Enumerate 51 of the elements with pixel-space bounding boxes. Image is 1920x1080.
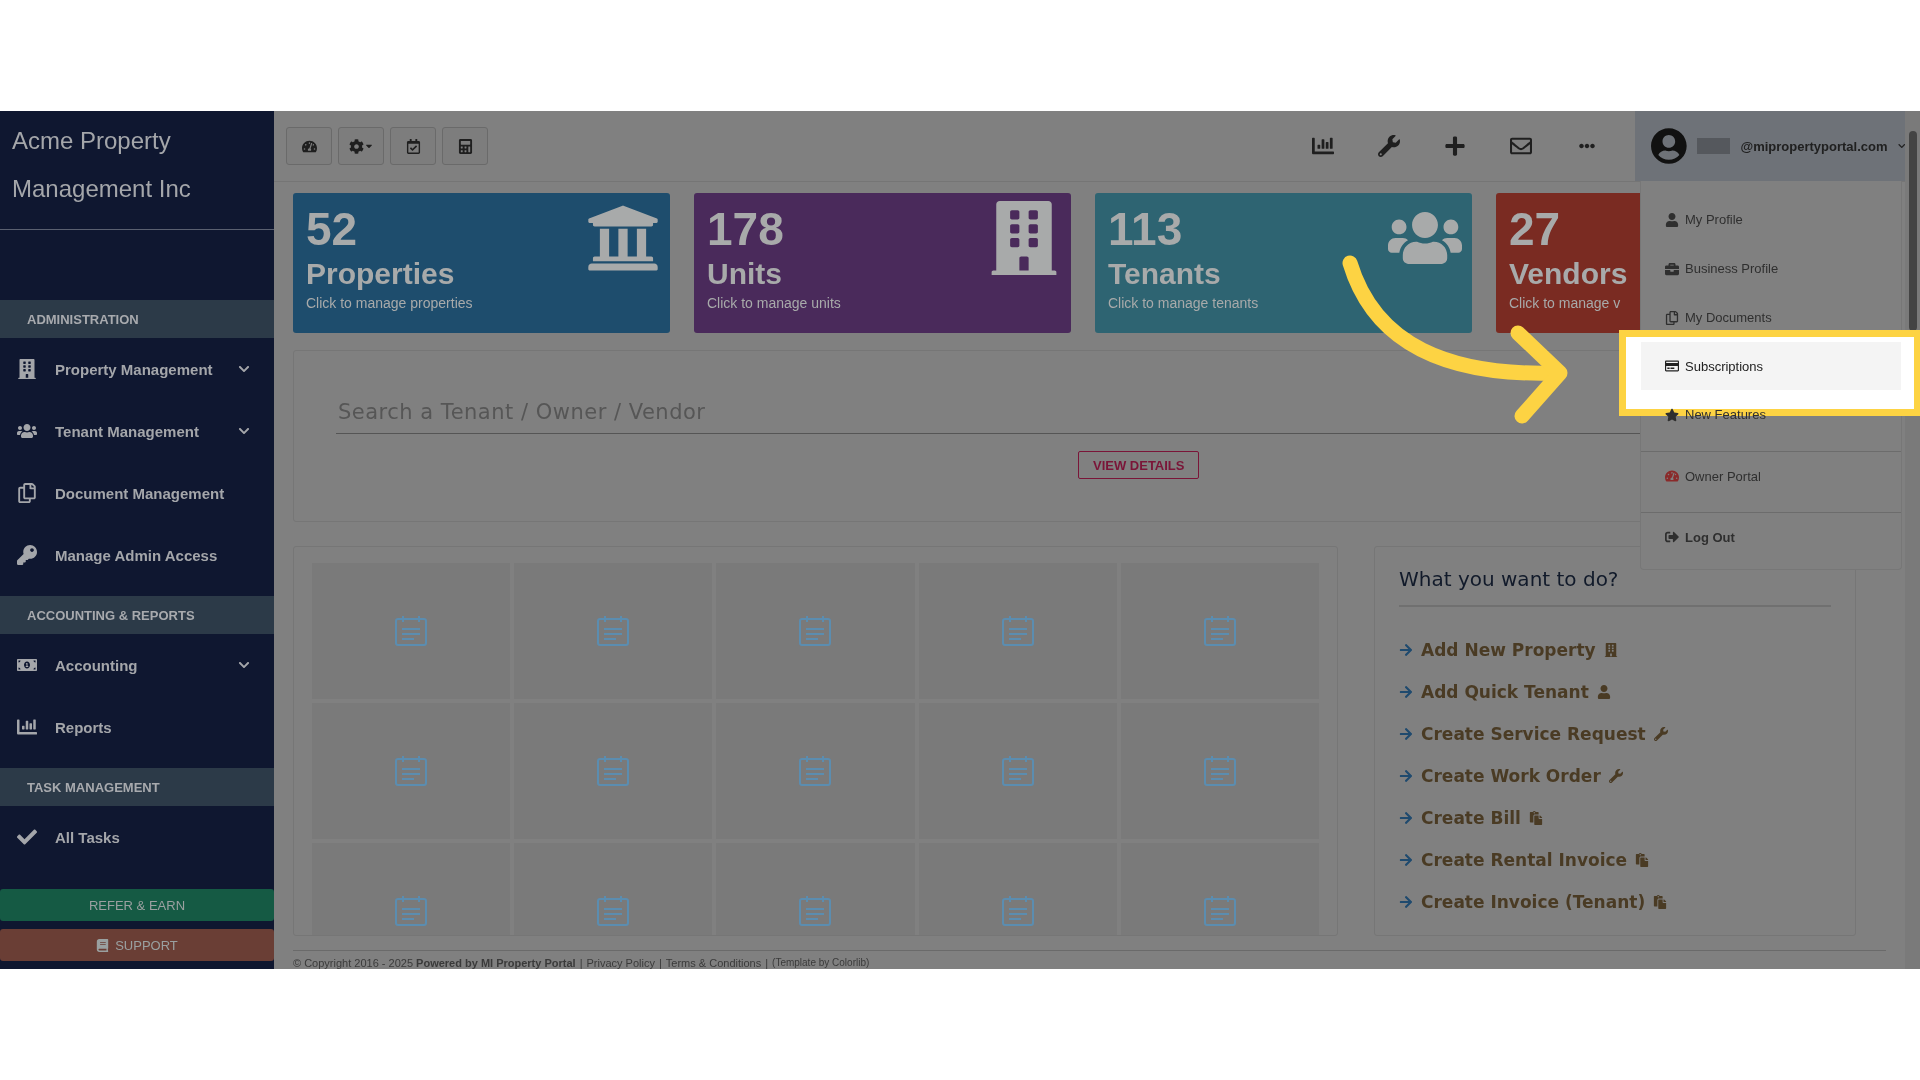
stat-number: 113	[1108, 203, 1183, 255]
footer-link[interactable]: Terms & Conditions	[665, 957, 762, 969]
support-button[interactable]: SUPPORT	[0, 929, 274, 961]
stat-caption: Click to manage tenants	[1108, 295, 1259, 311]
stat-label: Tenants	[1108, 257, 1221, 291]
sidebar-item[interactable]: Accounting	[0, 634, 274, 696]
stat-caption: Click to manage units	[707, 295, 841, 311]
footer-link[interactable]: Privacy Policy	[586, 957, 655, 969]
user-menu-toggle[interactable]: @mipropertyportal.com	[1635, 111, 1905, 181]
dropdown-item[interactable]: Subscriptions	[1641, 342, 1901, 390]
action-link[interactable]: Add Quick Tenant	[1399, 671, 1831, 713]
footer-separator: |	[579, 957, 583, 969]
stat-card[interactable]: 52 Properties Click to manage properties	[293, 193, 670, 333]
user-email: @mipropertyportal.com	[1740, 138, 1888, 154]
sidebar-section-header: ACCOUNTING & REPORTS	[0, 596, 274, 634]
dropdown-item[interactable]: Log Out	[1641, 512, 1901, 561]
footer-separator: |	[658, 957, 662, 969]
action-link[interactable]: Create Work Order	[1399, 755, 1831, 797]
stat-number: 52	[306, 203, 358, 255]
stat-card[interactable]: 178 Units Click to manage units	[694, 193, 1071, 333]
sidebar-item[interactable]: Property Management	[0, 338, 274, 400]
action-link[interactable]: Create Bill	[1399, 797, 1831, 839]
sidebar-item[interactable]: Document Management	[0, 462, 274, 524]
footer-separator: |	[765, 957, 769, 969]
sidebar-section-header: TASK MANAGEMENT	[0, 768, 274, 806]
stat-label: Units	[707, 257, 782, 291]
dropdown-item[interactable]: Business Profile	[1641, 244, 1901, 293]
dropdown-item[interactable]: My Profile	[1641, 195, 1901, 244]
stat-caption: Click to manage properties	[306, 295, 473, 311]
sidebar-section-header: ADMINISTRATION	[0, 300, 274, 338]
sidebar-item[interactable]: Manage Admin Access	[0, 524, 274, 586]
refer-button[interactable]: REFER & EARN	[0, 889, 274, 921]
view-details-button[interactable]: VIEW DETAILS	[1078, 451, 1200, 479]
copyright-text: © Copyright 2016 - 2025 Powered by MI Property Portal	[293, 957, 576, 969]
sidebar-item[interactable]: Reports	[0, 696, 274, 758]
dropdown-item[interactable]: My Documents	[1641, 293, 1901, 342]
stat-card[interactable]: 113 Tenants Click to manage tenants	[1095, 193, 1472, 333]
action-link[interactable]: Add New Property	[1399, 629, 1831, 671]
stat-label: Vendors	[1509, 257, 1628, 291]
action-link[interactable]: Create Invoice (Tenant)	[1399, 881, 1831, 923]
company-name: Acme Property Management Inc	[0, 111, 274, 230]
stat-label: Properties	[306, 257, 455, 291]
template-credit: (Template by Colorlib)	[772, 957, 870, 969]
stat-number: 178	[707, 203, 784, 255]
sidebar-item[interactable]: Tenant Management	[0, 400, 274, 462]
dropdown-item[interactable]: Owner Portal	[1641, 451, 1901, 500]
sidebar-item[interactable]: All Tasks	[0, 806, 274, 868]
action-link[interactable]: Create Service Request	[1399, 713, 1831, 755]
stat-caption: Click to manage v	[1509, 295, 1621, 311]
stat-number: 27	[1509, 203, 1561, 255]
action-link[interactable]: Create Rental Invoice	[1399, 839, 1831, 881]
